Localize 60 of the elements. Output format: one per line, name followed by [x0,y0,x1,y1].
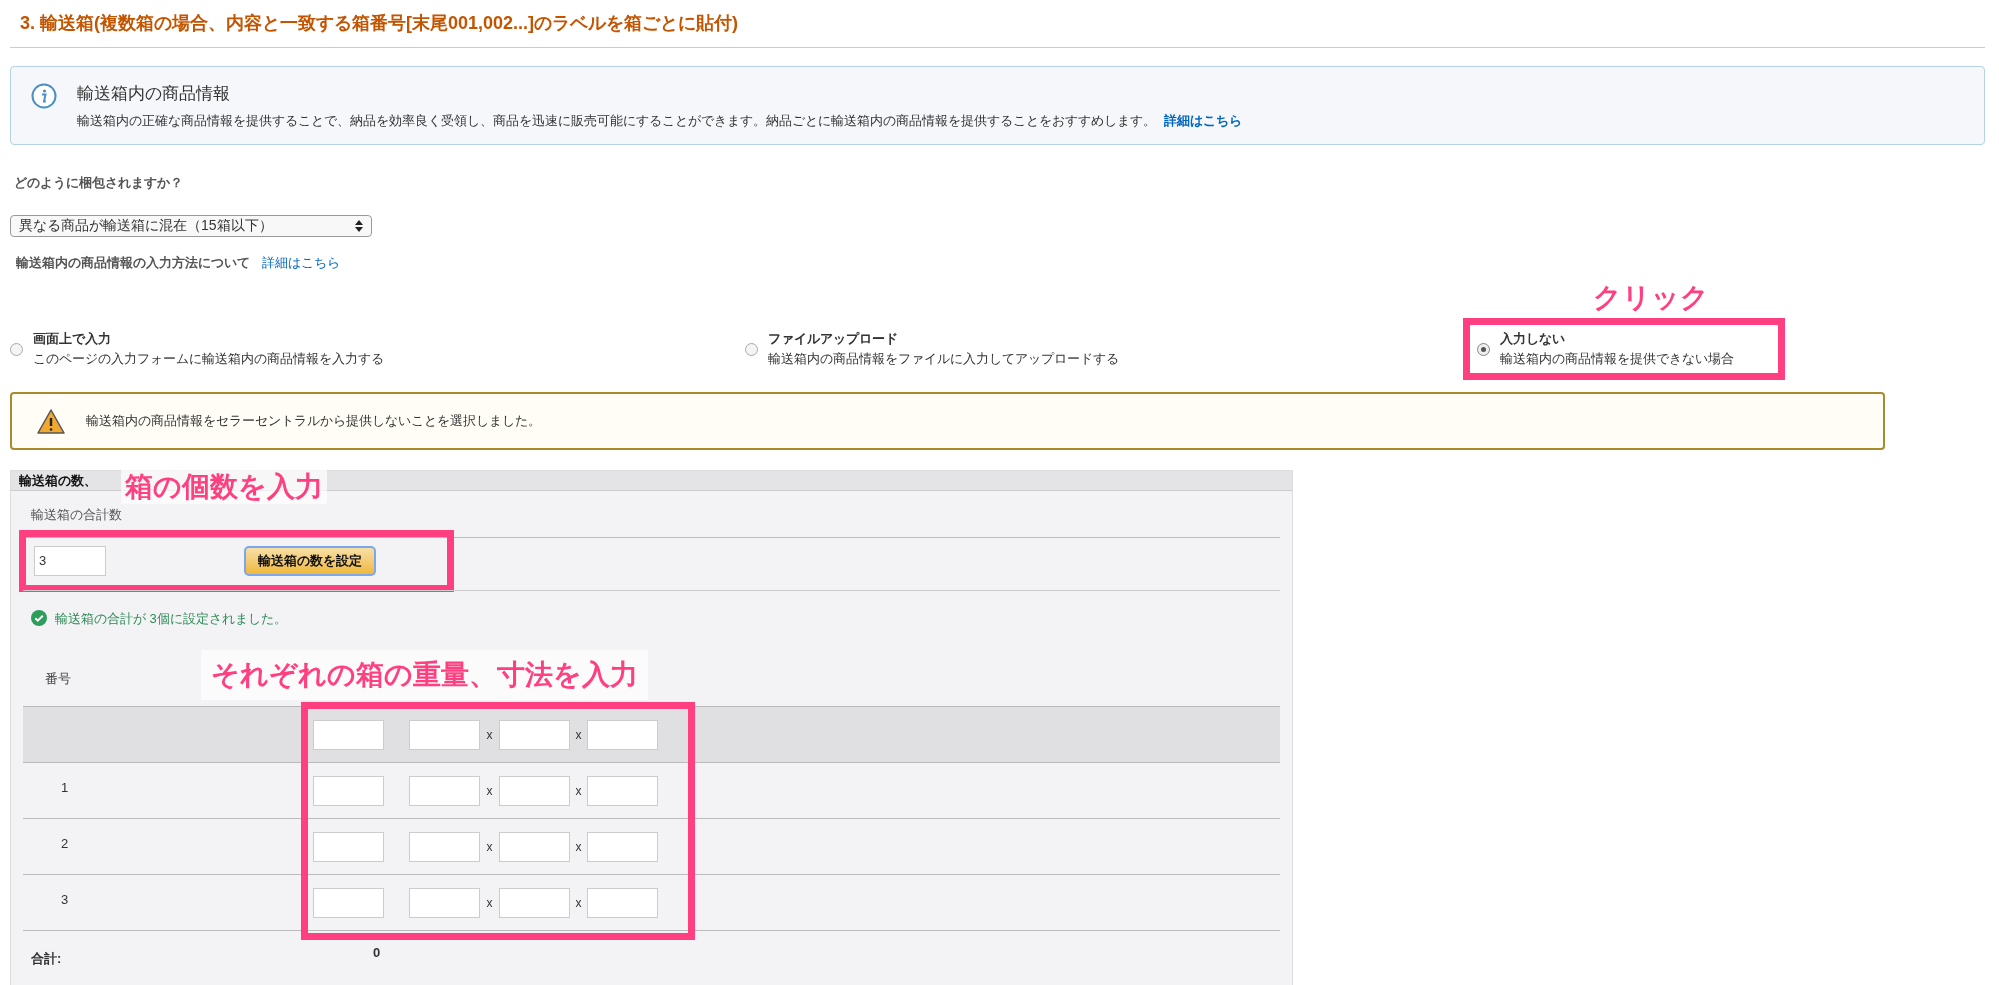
text-field[interactable] [409,719,480,750]
check-circle-icon [31,610,47,627]
text-field[interactable]: 3 [34,545,106,576]
option-description: このページの入力フォームに輸送箱内の商品情報を入力する [33,350,384,368]
annotation-label: それぞれの箱の重量、寸法を入力 [201,650,648,700]
text-field[interactable] [499,775,570,806]
times-sign: x [485,782,494,800]
annotation-label: クリック [1593,281,1709,315]
times-sign: x [485,838,494,856]
times-sign: x [574,894,583,912]
annotation-label: 箱の個数を入力 [121,469,327,504]
info-text: 輸送箱内の正確な商品情報を提供することで、納品を効率良く受領し、商品を迅速に販売可能にすることができます。納品ごとに輸送箱内の商品情報を提供することをおすすめします。 詳細はこちら [77,111,1242,130]
text-field[interactable] [313,775,384,806]
text-field[interactable] [313,831,384,862]
text-field[interactable] [587,887,658,918]
box-number: 3 [61,892,69,907]
details-link[interactable]: 詳細はこちら [1163,112,1242,128]
set-count-button[interactable]: 輸送箱の数を設定 [244,545,376,576]
times-sign: x [485,726,494,744]
text-field[interactable] [587,775,658,806]
count-label: 輸送箱の合計数 [31,506,122,524]
option-description: 輸送箱内の商品情報をファイルに入力してアップロードする [768,350,1119,368]
total-value: 0 [373,943,381,962]
success-message: 輸送箱の合計が 3個に設定されました。 [55,609,287,628]
text-field[interactable] [313,719,384,750]
text-field[interactable] [499,887,570,918]
total-label: 合計: [30,949,63,968]
text-field[interactable] [409,775,480,806]
box-number: 1 [61,780,69,795]
details-link[interactable]: 詳細はこちら [262,252,340,272]
times-sign: x [574,782,583,800]
info-icon [31,83,57,109]
text-field[interactable] [499,719,570,750]
option-title: 入力しない [1500,330,1566,348]
info-title: 輸送箱内の商品情報 [77,83,231,105]
section-title: 3. 輸送箱(複数箱の場合、内容と一致する箱番号[末尾001,002...]のラベルを箱ごとに貼付) [19,12,740,35]
packing-question: どのように梱包されますか？ [13,174,184,192]
text-field[interactable] [313,887,384,918]
radio-button[interactable] [745,342,758,356]
packing-select[interactable]: 異なる商品が輸送箱に混在（15箱以下） [10,214,372,237]
box-number: 2 [61,836,69,851]
option-title: 画面上で入力 [33,330,112,348]
radio-button[interactable] [1477,342,1490,356]
panel-title: 輸送箱の数、 [19,471,97,490]
warning-icon [36,407,66,435]
times-sign: x [574,838,583,856]
input-method-label: 輸送箱内の商品情報の入力方法について [16,253,250,272]
text-field[interactable] [409,887,480,918]
radio-button[interactable] [10,342,23,356]
option-description: 輸送箱内の商品情報を提供できない場合 [1500,350,1734,368]
text-field[interactable] [587,831,658,862]
warning-text: 輸送箱内の商品情報をセラーセントラルから提供しないことを選択しました。 [86,412,541,431]
times-sign: x [574,726,583,744]
column-header: 番号 [44,669,71,688]
select-arrows-icon [355,219,363,232]
text-field[interactable] [409,831,480,862]
option-title: ファイルアップロード [768,330,899,348]
text-field[interactable] [587,719,658,750]
text-field[interactable] [499,831,570,862]
times-sign: x [485,894,494,912]
